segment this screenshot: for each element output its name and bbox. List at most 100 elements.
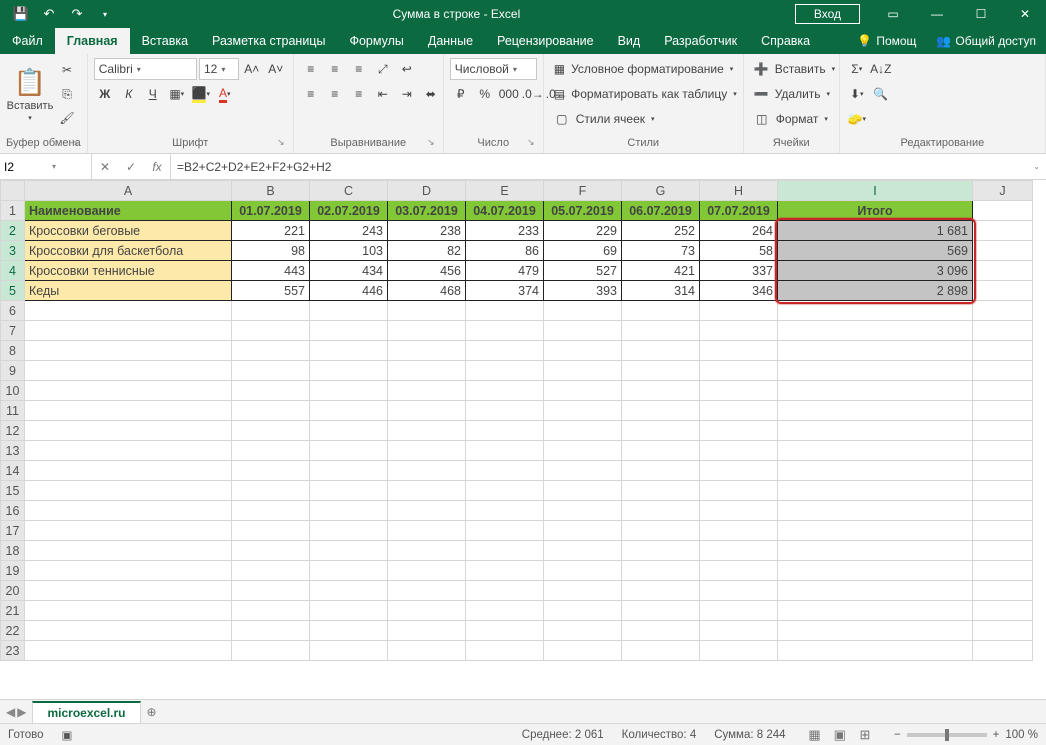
- cell[interactable]: [388, 401, 466, 421]
- cell[interactable]: [388, 441, 466, 461]
- cell[interactable]: 07.07.2019: [700, 201, 778, 221]
- align-left-button[interactable]: ≡: [300, 83, 322, 105]
- sheet-tab-active[interactable]: microexcel.ru: [32, 701, 140, 723]
- cell[interactable]: [973, 501, 1033, 521]
- cell[interactable]: [544, 621, 622, 641]
- zoom-slider[interactable]: [907, 733, 987, 737]
- cell[interactable]: [388, 581, 466, 601]
- cell[interactable]: [310, 521, 388, 541]
- cell[interactable]: [973, 241, 1033, 261]
- cell[interactable]: [310, 621, 388, 641]
- cell[interactable]: [25, 301, 232, 321]
- border-button[interactable]: ▦▾: [166, 83, 188, 105]
- cell[interactable]: [544, 641, 622, 661]
- cut-button[interactable]: ✂: [56, 59, 78, 81]
- formula-bar[interactable]: =B2+C2+D2+E2+F2+G2+H2 ⌄: [171, 154, 1046, 179]
- row-header[interactable]: 1: [1, 201, 25, 221]
- row-header[interactable]: 12: [1, 421, 25, 441]
- cell[interactable]: [778, 321, 973, 341]
- row-header[interactable]: 15: [1, 481, 25, 501]
- find-select-button[interactable]: 🔍: [870, 83, 892, 105]
- cell[interactable]: [973, 621, 1033, 641]
- cell[interactable]: [466, 341, 544, 361]
- cell[interactable]: [778, 301, 973, 321]
- row-header[interactable]: 22: [1, 621, 25, 641]
- cell[interactable]: [622, 401, 700, 421]
- cell[interactable]: [778, 461, 973, 481]
- cell[interactable]: [466, 321, 544, 341]
- cell[interactable]: [700, 521, 778, 541]
- fill-color-button[interactable]: ⬛▾: [190, 83, 212, 105]
- wrap-text-button[interactable]: ↩: [396, 58, 418, 80]
- percent-button[interactable]: %: [474, 83, 496, 105]
- cell[interactable]: [388, 381, 466, 401]
- column-header[interactable]: E: [466, 181, 544, 201]
- cell[interactable]: [544, 461, 622, 481]
- cell[interactable]: [466, 621, 544, 641]
- normal-view-icon[interactable]: ▦: [804, 727, 826, 743]
- insert-cells-button[interactable]: ➕Вставить ▾: [750, 58, 833, 80]
- worksheet-grid[interactable]: ABCDEFGHIJ1Наименование01.07.201902.07.2…: [0, 180, 1046, 699]
- cell[interactable]: 346: [700, 281, 778, 301]
- cell[interactable]: [388, 501, 466, 521]
- name-box[interactable]: ▾: [0, 154, 92, 179]
- cell[interactable]: 252: [622, 221, 700, 241]
- cell[interactable]: [25, 421, 232, 441]
- cell[interactable]: [544, 301, 622, 321]
- cell[interactable]: 86: [466, 241, 544, 261]
- accept-formula-icon[interactable]: ✓: [118, 160, 144, 174]
- cell[interactable]: [973, 361, 1033, 381]
- cell[interactable]: [466, 461, 544, 481]
- italic-button[interactable]: К: [118, 83, 140, 105]
- cell[interactable]: [388, 621, 466, 641]
- row-header[interactable]: 21: [1, 601, 25, 621]
- cell-total[interactable]: 569: [778, 241, 973, 261]
- tab-data[interactable]: Данные: [416, 28, 485, 54]
- cell[interactable]: [388, 481, 466, 501]
- cell[interactable]: [232, 321, 310, 341]
- cell[interactable]: [232, 421, 310, 441]
- cell[interactable]: [622, 601, 700, 621]
- cell[interactable]: 456: [388, 261, 466, 281]
- cell[interactable]: [466, 481, 544, 501]
- cell[interactable]: [310, 561, 388, 581]
- cell[interactable]: [973, 301, 1033, 321]
- cell[interactable]: 393: [544, 281, 622, 301]
- cell[interactable]: [622, 441, 700, 461]
- cell[interactable]: 01.07.2019: [232, 201, 310, 221]
- cell[interactable]: 73: [622, 241, 700, 261]
- row-header[interactable]: 8: [1, 341, 25, 361]
- cell[interactable]: [466, 601, 544, 621]
- cell[interactable]: [622, 641, 700, 661]
- cell[interactable]: [310, 541, 388, 561]
- cell[interactable]: [25, 541, 232, 561]
- sort-filter-button[interactable]: A↓Z: [870, 58, 892, 80]
- cell-total[interactable]: 1 681: [778, 221, 973, 241]
- cell[interactable]: [778, 481, 973, 501]
- cell[interactable]: [310, 501, 388, 521]
- cell[interactable]: 06.07.2019: [622, 201, 700, 221]
- cell[interactable]: [700, 361, 778, 381]
- tab-formulas[interactable]: Формулы: [337, 28, 415, 54]
- cell[interactable]: [232, 461, 310, 481]
- decrease-indent-button[interactable]: ⇤: [372, 83, 394, 105]
- cell[interactable]: [700, 561, 778, 581]
- cell[interactable]: [700, 381, 778, 401]
- cell[interactable]: [778, 641, 973, 661]
- cell[interactable]: Кроссовки беговые: [25, 221, 232, 241]
- cell[interactable]: [973, 581, 1033, 601]
- page-layout-view-icon[interactable]: ▣: [829, 727, 851, 743]
- tab-file[interactable]: Файл: [0, 28, 55, 54]
- cell[interactable]: [778, 381, 973, 401]
- row-header[interactable]: 2: [1, 221, 25, 241]
- cell[interactable]: [232, 521, 310, 541]
- cell[interactable]: [388, 641, 466, 661]
- cell[interactable]: 421: [622, 261, 700, 281]
- cell[interactable]: [310, 601, 388, 621]
- cell[interactable]: [973, 321, 1033, 341]
- cell[interactable]: [544, 521, 622, 541]
- clear-button[interactable]: 🧽▾: [846, 108, 868, 130]
- cell[interactable]: [310, 361, 388, 381]
- cell[interactable]: [622, 421, 700, 441]
- cell[interactable]: [232, 441, 310, 461]
